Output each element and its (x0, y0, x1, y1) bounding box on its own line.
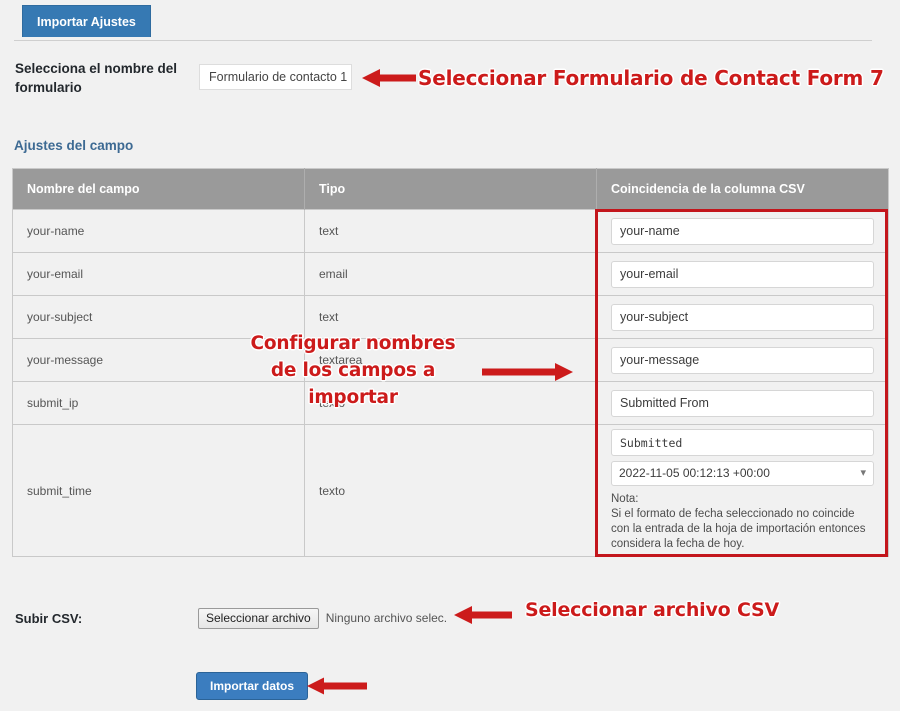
import-data-button[interactable]: Importar datos (196, 672, 309, 700)
cell-field-name: your-email (12, 252, 305, 296)
cell-csv-match (596, 338, 889, 382)
annotation-arrow-file (454, 606, 512, 624)
cell-csv-match (596, 209, 889, 253)
cell-csv-match (596, 295, 889, 339)
date-format-value: 2022-11-05 00:12:13 +00:00 (619, 466, 770, 480)
column-header-csv-match: Coincidencia de la columna CSV (596, 168, 889, 210)
table-row: submit_time texto 2022-11-05 00:12:13 +0… (12, 424, 889, 557)
table-row: your-message textarea (12, 338, 889, 382)
csv-match-input-submit-ip[interactable] (611, 389, 874, 417)
field-settings-table: Nombre del campo Tipo Coincidencia de la… (12, 168, 889, 557)
file-status-text: Ninguno archivo selec. (325, 611, 448, 625)
cell-field-type: email (304, 252, 597, 296)
cell-field-name: your-name (12, 209, 305, 253)
cell-field-type: text (304, 295, 597, 339)
date-format-note: Nota: Si el formato de fecha seleccionad… (611, 492, 874, 552)
cell-field-name: your-message (12, 338, 305, 382)
table-row: submit_ip texto (12, 381, 889, 425)
cell-csv-match: 2022-11-05 00:12:13 +00:00 ▾ Nota: Si el… (596, 424, 889, 557)
cell-field-name: submit_ip (12, 381, 305, 425)
annotation-arrow-import (307, 677, 367, 695)
chevron-down-icon: ▾ (860, 467, 866, 479)
table-row: your-subject text (12, 295, 889, 339)
tab-bar: Importar Ajustes (0, 0, 900, 42)
field-settings-heading: Ajustes del campo (14, 138, 134, 153)
select-file-button[interactable]: Seleccionar archivo (198, 607, 319, 629)
table-header-row: Nombre del campo Tipo Coincidencia de la… (12, 168, 889, 210)
note-title: Nota: (611, 493, 639, 505)
annotation-form-text: Seleccionar Formulario de Contact Form 7 (418, 66, 884, 90)
column-header-type: Tipo (304, 168, 597, 210)
note-body: Si el formato de fecha seleccionado no c… (611, 508, 866, 550)
cell-field-type: texto (304, 381, 597, 425)
annotation-file-text: Seleccionar archivo CSV (525, 599, 780, 621)
cell-field-name: submit_time (12, 424, 305, 557)
cell-csv-match (596, 252, 889, 296)
csv-match-input-your-subject[interactable] (611, 303, 874, 331)
cell-field-type: textarea (304, 338, 597, 382)
csv-match-input-your-message[interactable] (611, 346, 874, 374)
cell-field-name: your-subject (12, 295, 305, 339)
file-upload-row: Seleccionar archivo Ninguno archivo sele… (198, 607, 447, 629)
csv-match-input-your-name[interactable] (611, 217, 874, 245)
table-row: your-name text (12, 209, 889, 253)
csv-match-input-submit-time[interactable] (611, 429, 874, 456)
tab-bar-divider (14, 40, 872, 41)
upload-csv-label: Subir CSV: (15, 611, 83, 626)
form-select-label: Selecciona el nombre del formulario (15, 61, 178, 95)
csv-match-input-your-email[interactable] (611, 260, 874, 288)
cell-csv-match (596, 381, 889, 425)
date-format-select[interactable]: 2022-11-05 00:12:13 +00:00 ▾ (611, 461, 874, 486)
annotation-arrow-form (362, 69, 416, 87)
tab-importar-ajustes[interactable]: Importar Ajustes (22, 5, 151, 37)
form-name-select[interactable]: Formulario de contacto 1 (199, 64, 352, 90)
cell-field-type: text (304, 209, 597, 253)
table-row: your-email email (12, 252, 889, 296)
column-header-field-name: Nombre del campo (12, 168, 305, 210)
cell-field-type: texto (304, 424, 597, 557)
